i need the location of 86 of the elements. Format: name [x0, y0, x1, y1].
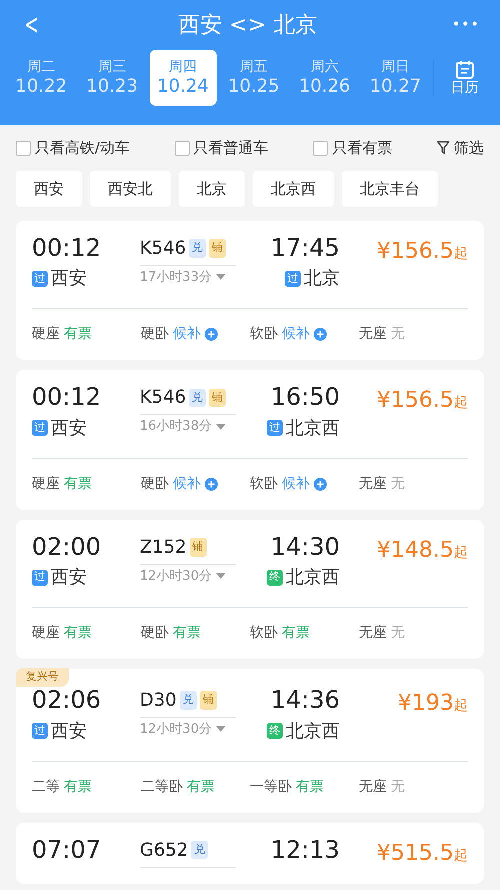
price: ¥515.5起 — [376, 840, 468, 868]
arrival-time: 17:45 — [270, 235, 340, 262]
seat-availability: 硬座 有票 — [32, 474, 93, 494]
train-badge: 兑 — [189, 388, 206, 408]
dropdown-icon — [216, 726, 226, 734]
dropdown-icon — [216, 274, 226, 282]
filter-icon — [436, 141, 450, 155]
price: ¥156.5起 — [376, 238, 468, 266]
add-icon — [314, 478, 327, 491]
seat-availability: 硬卧 候补 — [141, 324, 250, 346]
train-badge: 铺 — [209, 388, 226, 408]
train-number: K546 — [140, 386, 186, 410]
add-icon — [205, 328, 218, 342]
train-type-tag: 复兴号 — [16, 668, 69, 687]
arrival-station: 过 北京西 — [267, 414, 340, 442]
station-chip[interactable]: 北京 — [179, 171, 245, 207]
train-badge: 铺 — [190, 538, 207, 557]
arrival-station: 终 北京西 — [267, 718, 340, 745]
price: ¥193起 — [397, 690, 468, 718]
price: ¥148.5起 — [376, 536, 468, 565]
seat-availability: 无座 无 — [359, 474, 406, 494]
station-mark: 过 — [32, 723, 48, 740]
seat-availability: 软卧 有票 — [250, 624, 311, 644]
arrival-time: 12:13 — [270, 836, 340, 863]
train-badge: 铺 — [200, 691, 217, 710]
departure-time: 02:00 — [32, 534, 102, 560]
seat-availability: 无座 无 — [359, 624, 406, 644]
seat-availability: 无座 无 — [359, 778, 406, 797]
train-number: G652 — [140, 838, 188, 863]
seat-availability: 硬座 有票 — [32, 325, 93, 344]
departure-time: 00:12 — [32, 235, 102, 262]
train-card[interactable]: 复兴号 02:06 过 西安 D30 兑 铺 12小时30分 14:36 终 北京西 ¥193起 二等 有票 二等卧 有票 一等卧 有票 无座 无 — [16, 669, 484, 813]
add-icon — [314, 328, 327, 342]
dropdown-icon — [216, 573, 226, 580]
filter-checkbox[interactable]: 只看普通车 — [174, 136, 269, 160]
departure-station: 过 西安 — [32, 265, 140, 292]
arrival-station: 过 北京 — [285, 265, 340, 292]
add-icon — [205, 478, 218, 491]
station-mark: 终 — [267, 570, 283, 586]
departure-station: 过 西安 — [32, 564, 140, 592]
train-badge: 兑 — [191, 840, 208, 860]
station-chip[interactable]: 北京西 — [253, 171, 334, 207]
station-chip[interactable]: 西安北 — [90, 171, 171, 207]
calendar-icon — [455, 60, 476, 80]
departure-time: 07:07 — [32, 836, 102, 863]
seat-availability: 二等卧 有票 — [141, 778, 216, 797]
seat-availability: 软卧 候补 — [250, 474, 359, 495]
filter-checkbox[interactable]: 只看有票 — [313, 136, 392, 160]
filter-checkbox[interactable]: 只看高铁/动车 — [16, 136, 130, 160]
station-mark: 过 — [32, 270, 48, 287]
departure-time: 00:12 — [32, 384, 102, 411]
station-mark: 过 — [32, 420, 48, 436]
departure-time: 02:06 — [32, 687, 102, 714]
train-card[interactable]: 00:12 过 西安 K546 兑 铺 16小时38分 16:50 过 北京西 ¥156.5起 硬座 有票 硬卧 候补 软卧 候补 无座 无 — [16, 370, 484, 510]
seat-availability: 硬卧 有票 — [141, 624, 202, 644]
arrival-station: 终 北京西 — [267, 564, 340, 592]
station-mark: 过 — [285, 270, 301, 287]
train-number: Z152 — [140, 536, 187, 560]
train-number: D30 — [140, 689, 177, 714]
arrival-time: 16:50 — [270, 384, 340, 411]
seat-availability: 一等卧 有票 — [250, 778, 325, 797]
seat-availability: 硬座 有票 — [32, 624, 93, 644]
price: ¥156.5起 — [376, 387, 468, 416]
train-card[interactable]: 07:07 G652 兑 12:13 ¥515.5起 — [16, 822, 484, 884]
station-mark: 过 — [267, 420, 283, 436]
station-mark: 终 — [267, 723, 283, 740]
seat-availability: 软卧 候补 — [250, 324, 359, 346]
departure-station: 过 西安 — [32, 718, 140, 745]
departure-station: 过 西安 — [32, 414, 140, 442]
seat-availability: 硬卧 候补 — [141, 474, 250, 495]
train-card[interactable]: 00:12 过 西安 K546 兑 铺 17小时33分 17:45 过 北京 ¥156.5起 硬座 有票 硬卧 候补 软卧 候补 无座 无 — [16, 221, 484, 360]
station-mark: 过 — [32, 570, 48, 586]
station-chip[interactable]: 西安 — [16, 171, 82, 207]
arrival-time: 14:30 — [270, 534, 340, 560]
seat-availability: 无座 无 — [359, 325, 406, 344]
dropdown-icon — [216, 424, 226, 431]
train-card[interactable]: 02:00 过 西安 Z152 铺 12小时30分 14:30 终 北京西 ¥148.5起 硬座 有票 硬卧 有票 软卧 有票 无座 无 — [16, 520, 484, 660]
page-title: 西安 <> 北京 — [178, 12, 318, 40]
train-number: K546 — [140, 237, 186, 261]
arrival-time: 14:36 — [270, 687, 340, 714]
train-badge: 兑 — [189, 239, 206, 258]
train-badge: 兑 — [180, 691, 197, 710]
seat-availability: 二等 有票 — [32, 778, 93, 797]
train-badge: 铺 — [209, 239, 226, 258]
filter-button[interactable]: 筛选 — [436, 136, 484, 160]
station-chip[interactable]: 北京丰台 — [342, 171, 438, 207]
